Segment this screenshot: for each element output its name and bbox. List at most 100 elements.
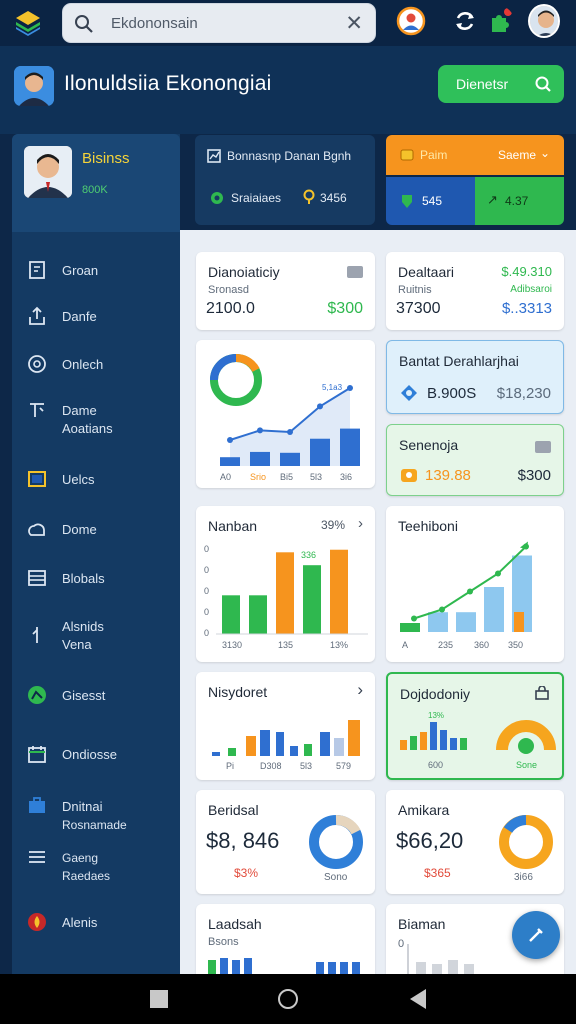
bar xyxy=(330,549,348,634)
puzzle-notification-icon[interactable] xyxy=(484,6,514,36)
bar xyxy=(276,552,294,634)
summary-dark-stat-value: 3456 xyxy=(320,191,347,205)
sidebar-item-alsnids[interactable]: Alsnids Vena xyxy=(12,606,180,656)
bar xyxy=(464,964,474,974)
pin-icon xyxy=(32,627,38,643)
stat-card-4[interactable]: Bantat Derahlarjhai B.900S $18,230 xyxy=(386,340,564,414)
sidebar-item-onlech[interactable]: Onlech xyxy=(12,344,180,384)
card-sub: Sronasd xyxy=(208,284,249,296)
bar xyxy=(222,595,240,634)
sidebar-item-uelcs[interactable]: Uelcs xyxy=(12,459,180,499)
card-title: Bantat Derahlarjhai xyxy=(399,353,519,369)
chevron-down-icon[interactable]: ⌄ xyxy=(540,146,550,160)
sidebar-item-alenis[interactable]: Alenis xyxy=(12,902,180,942)
tick-label: Pi xyxy=(226,761,234,771)
stat-card-2[interactable]: Dealtaari $.49.310 Ruitnis Adibsaroi 373… xyxy=(386,252,564,330)
line-bar-chart: 5,1a3 A0 Srio Bi5 5l3 3i6 xyxy=(210,354,360,482)
bar xyxy=(440,730,447,750)
page-header: Ilonuldsiia Ekonongiai Dienetsr xyxy=(0,46,576,134)
data-point xyxy=(411,615,417,622)
donut-segment xyxy=(335,815,361,835)
bar xyxy=(246,736,256,756)
user-avatar[interactable] xyxy=(528,4,560,38)
donut-chart xyxy=(499,815,553,869)
stat-card-1[interactable]: Dianoiaticiy Sronasd 2100.0 $300 xyxy=(196,252,375,330)
tick-label: A xyxy=(402,640,408,650)
donut-label: 3i66 xyxy=(514,872,533,883)
sidebar-item-danfe[interactable]: Danfe xyxy=(12,296,180,336)
chart-card-line[interactable]: 5,1a3 A0 Srio Bi5 5l3 3i6 xyxy=(196,340,375,488)
gauge-label: Sone xyxy=(516,760,537,770)
cloud-icon xyxy=(28,523,45,536)
donut-card-1[interactable]: Beridsal $8, 846 $3% Sono xyxy=(196,790,375,894)
data-point xyxy=(439,606,445,613)
recent-apps-button[interactable] xyxy=(150,990,168,1008)
gear-icon xyxy=(211,192,223,204)
profile-name: Bisinss xyxy=(82,150,130,167)
sidebar-item-dome[interactable]: Dome xyxy=(12,509,180,549)
donut-segment xyxy=(503,815,527,834)
card-value-secondary: $300 xyxy=(517,467,551,484)
bar xyxy=(432,964,442,974)
bar xyxy=(208,960,216,974)
card-title: Beridsal xyxy=(208,802,259,818)
arrow-head xyxy=(520,541,528,550)
sidebar-item-gaeng[interactable]: Gaeng Raedaes xyxy=(12,837,180,883)
card-value: 37300 xyxy=(396,300,441,317)
search-text: Ekdononsain xyxy=(111,15,198,32)
sidebar-item-gisesst[interactable]: Gisesst xyxy=(12,675,180,715)
summary-orange-bottom-left: 545 xyxy=(422,194,443,208)
chart-card-gauge[interactable]: Dojdodoniy 13% 600 Sone xyxy=(386,672,564,780)
tick-label: 5l3 xyxy=(310,472,322,482)
sidebar-item-ondiosse[interactable]: Ondiosse xyxy=(12,734,180,774)
card-value: $66,20 xyxy=(396,828,464,853)
sidebar-item-label: Dame Aoatians xyxy=(62,403,113,436)
partial-card-1[interactable]: Laadsah Bsons xyxy=(196,904,375,974)
sidebar-item-dnitnai[interactable]: Dnitnai Rosnamade xyxy=(12,786,180,832)
chart-card-bar[interactable]: Nanban 39% › 0 0 0 0 0 336 3130 135 13% xyxy=(196,506,375,662)
bar xyxy=(276,732,284,756)
header-action-label: Dienetsr xyxy=(456,76,509,92)
value-label: 5,1a3 xyxy=(322,383,343,392)
donut-label: Sono xyxy=(324,872,348,883)
stat-card-5[interactable]: Senenoja 139.88 $300 xyxy=(386,424,564,496)
bar xyxy=(456,612,476,632)
search-input[interactable]: Ekdononsain ✕ xyxy=(62,3,376,43)
summary-orange-bottom-right: 4.37 xyxy=(505,194,529,208)
user-badge-icon[interactable] xyxy=(396,6,426,36)
sidebar-item-label: Alenis xyxy=(62,915,98,930)
profile-card[interactable]: Bisinss 800K xyxy=(12,134,180,232)
card-title: Senenoja xyxy=(399,437,459,453)
menu-icon xyxy=(29,851,45,863)
bar xyxy=(228,748,236,756)
header-action-button[interactable]: Dienetsr xyxy=(438,65,564,103)
bar xyxy=(316,962,324,974)
mini-bar-chart xyxy=(208,958,360,974)
card-value: 2100.0 xyxy=(206,300,255,317)
layers-logo-icon[interactable] xyxy=(14,8,42,36)
edit-fab-button[interactable] xyxy=(512,911,560,959)
donut-segment xyxy=(210,354,237,381)
header-avatar[interactable] xyxy=(14,66,54,106)
tick-label: D308 xyxy=(260,761,282,771)
card-title: Amikara xyxy=(398,802,450,818)
home-button[interactable] xyxy=(278,989,298,1009)
tick-label: 0 xyxy=(204,586,209,596)
bar xyxy=(232,960,240,974)
back-button[interactable] xyxy=(410,989,428,1009)
donut-segment xyxy=(235,354,260,373)
bar xyxy=(460,738,467,750)
sidebar-item-dame[interactable]: Dame Aoatians xyxy=(12,390,180,440)
summary-card-orange[interactable]: Paim Saeme ⌄ 545 ↗ 4.37 xyxy=(386,135,564,225)
list-icon xyxy=(28,570,46,586)
chart-card-combo[interactable]: Teehiboni A 235 360 350 xyxy=(386,506,564,662)
close-icon[interactable]: ✕ xyxy=(345,12,363,36)
chart-card-mini-bars[interactable]: Nisydoret › Pi D308 5l3 579 xyxy=(196,672,375,780)
sync-icon[interactable] xyxy=(450,6,480,36)
person-icon xyxy=(530,6,558,36)
sidebar-item-label: Danfe xyxy=(62,309,97,324)
sidebar-item-blobals[interactable]: Blobals xyxy=(12,558,180,598)
donut-card-2[interactable]: Amikara $66,20 $365 3i66 xyxy=(386,790,564,894)
summary-card-dark[interactable]: Bonnasnp Danan Bgnh Sraiaiaes 3456 xyxy=(195,135,375,225)
sidebar-item-groan[interactable]: Groan xyxy=(12,250,180,290)
